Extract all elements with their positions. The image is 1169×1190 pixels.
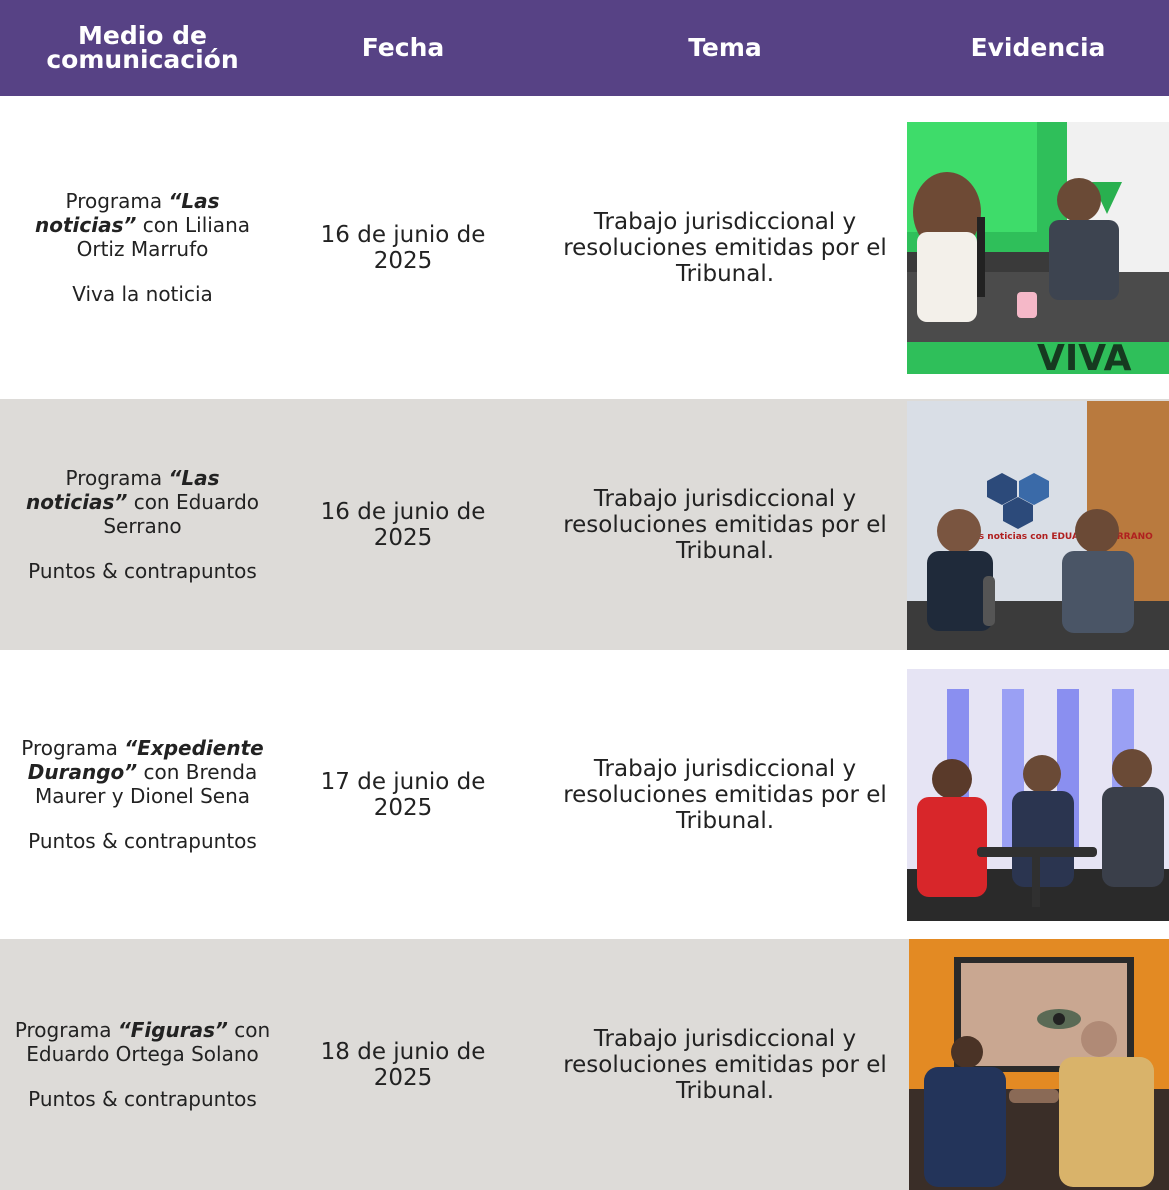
table-row: Programa “Las noticias” con Eduardo Serr… — [0, 399, 1169, 650]
fecha-cell: 16 de junio de 2025 — [320, 221, 486, 274]
medio-cell: Programa “Expediente Durango” con Brenda… — [0, 650, 285, 939]
header-medio: Medio de comunicación — [46, 21, 239, 74]
coverage-table: Medio de comunicación Fecha Tema Evidenc… — [0, 0, 1169, 1190]
evidence-photo — [907, 669, 1169, 921]
evidence-photo: VIVA — [907, 122, 1169, 374]
fecha-cell: 17 de junio de 2025 — [320, 768, 486, 821]
table-header: Medio de comunicación Fecha Tema Evidenc… — [0, 0, 1169, 96]
tema-cell: Trabajo jurisdiccional y resoluciones em… — [563, 208, 887, 287]
programa-text: Programa “Las noticias” con Eduardo Serr… — [25, 466, 260, 538]
medio-name: Puntos & contrapuntos — [28, 829, 257, 853]
medio-cell: Programa “Figuras” con Eduardo Ortega So… — [0, 939, 285, 1190]
fecha-cell: 16 de junio de 2025 — [320, 498, 486, 551]
header-fecha: Fecha — [361, 33, 445, 62]
programa-text: Programa “Expediente Durango” con Brenda… — [21, 736, 264, 808]
svg-text:Las noticias con EDUARDO SERRA: Las noticias con EDUARDO SERRANO — [967, 532, 1153, 542]
programa-text: Programa “Las noticias” con Liliana Orti… — [34, 189, 250, 261]
medio-name: Puntos & contrapuntos — [28, 559, 257, 583]
medio-cell: Programa “Las noticias” con Liliana Orti… — [0, 96, 285, 399]
tema-cell: Trabajo jurisdiccional y resoluciones em… — [563, 755, 887, 834]
evidence-photo: Las noticias con EDUARDO SERRANO — [907, 401, 1169, 650]
header-tema: Tema — [688, 33, 762, 62]
tema-cell: Trabajo jurisdiccional y resoluciones em… — [563, 1025, 887, 1104]
programa-title: “Figuras” — [117, 1018, 228, 1042]
header-evidencia: Evidencia — [970, 33, 1106, 62]
evidence-photo — [909, 939, 1169, 1190]
medio-cell: Programa “Las noticias” con Eduardo Serr… — [0, 399, 285, 650]
fecha-cell: 18 de junio de 2025 — [320, 1038, 486, 1091]
tema-cell: Trabajo jurisdiccional y resoluciones em… — [563, 485, 887, 564]
table-row: Programa “Las noticias” con Liliana Orti… — [0, 96, 1169, 399]
programa-text: Programa “Figuras” con Eduardo Ortega So… — [14, 1018, 271, 1066]
medio-name: Puntos & contrapuntos — [28, 1087, 257, 1111]
medio-name: Viva la noticia — [72, 282, 213, 306]
table-row: Programa “Expediente Durango” con Brenda… — [0, 650, 1169, 939]
svg-text:VIVA: VIVA — [1037, 338, 1132, 374]
table-row: Programa “Figuras” con Eduardo Ortega So… — [0, 939, 1169, 1190]
